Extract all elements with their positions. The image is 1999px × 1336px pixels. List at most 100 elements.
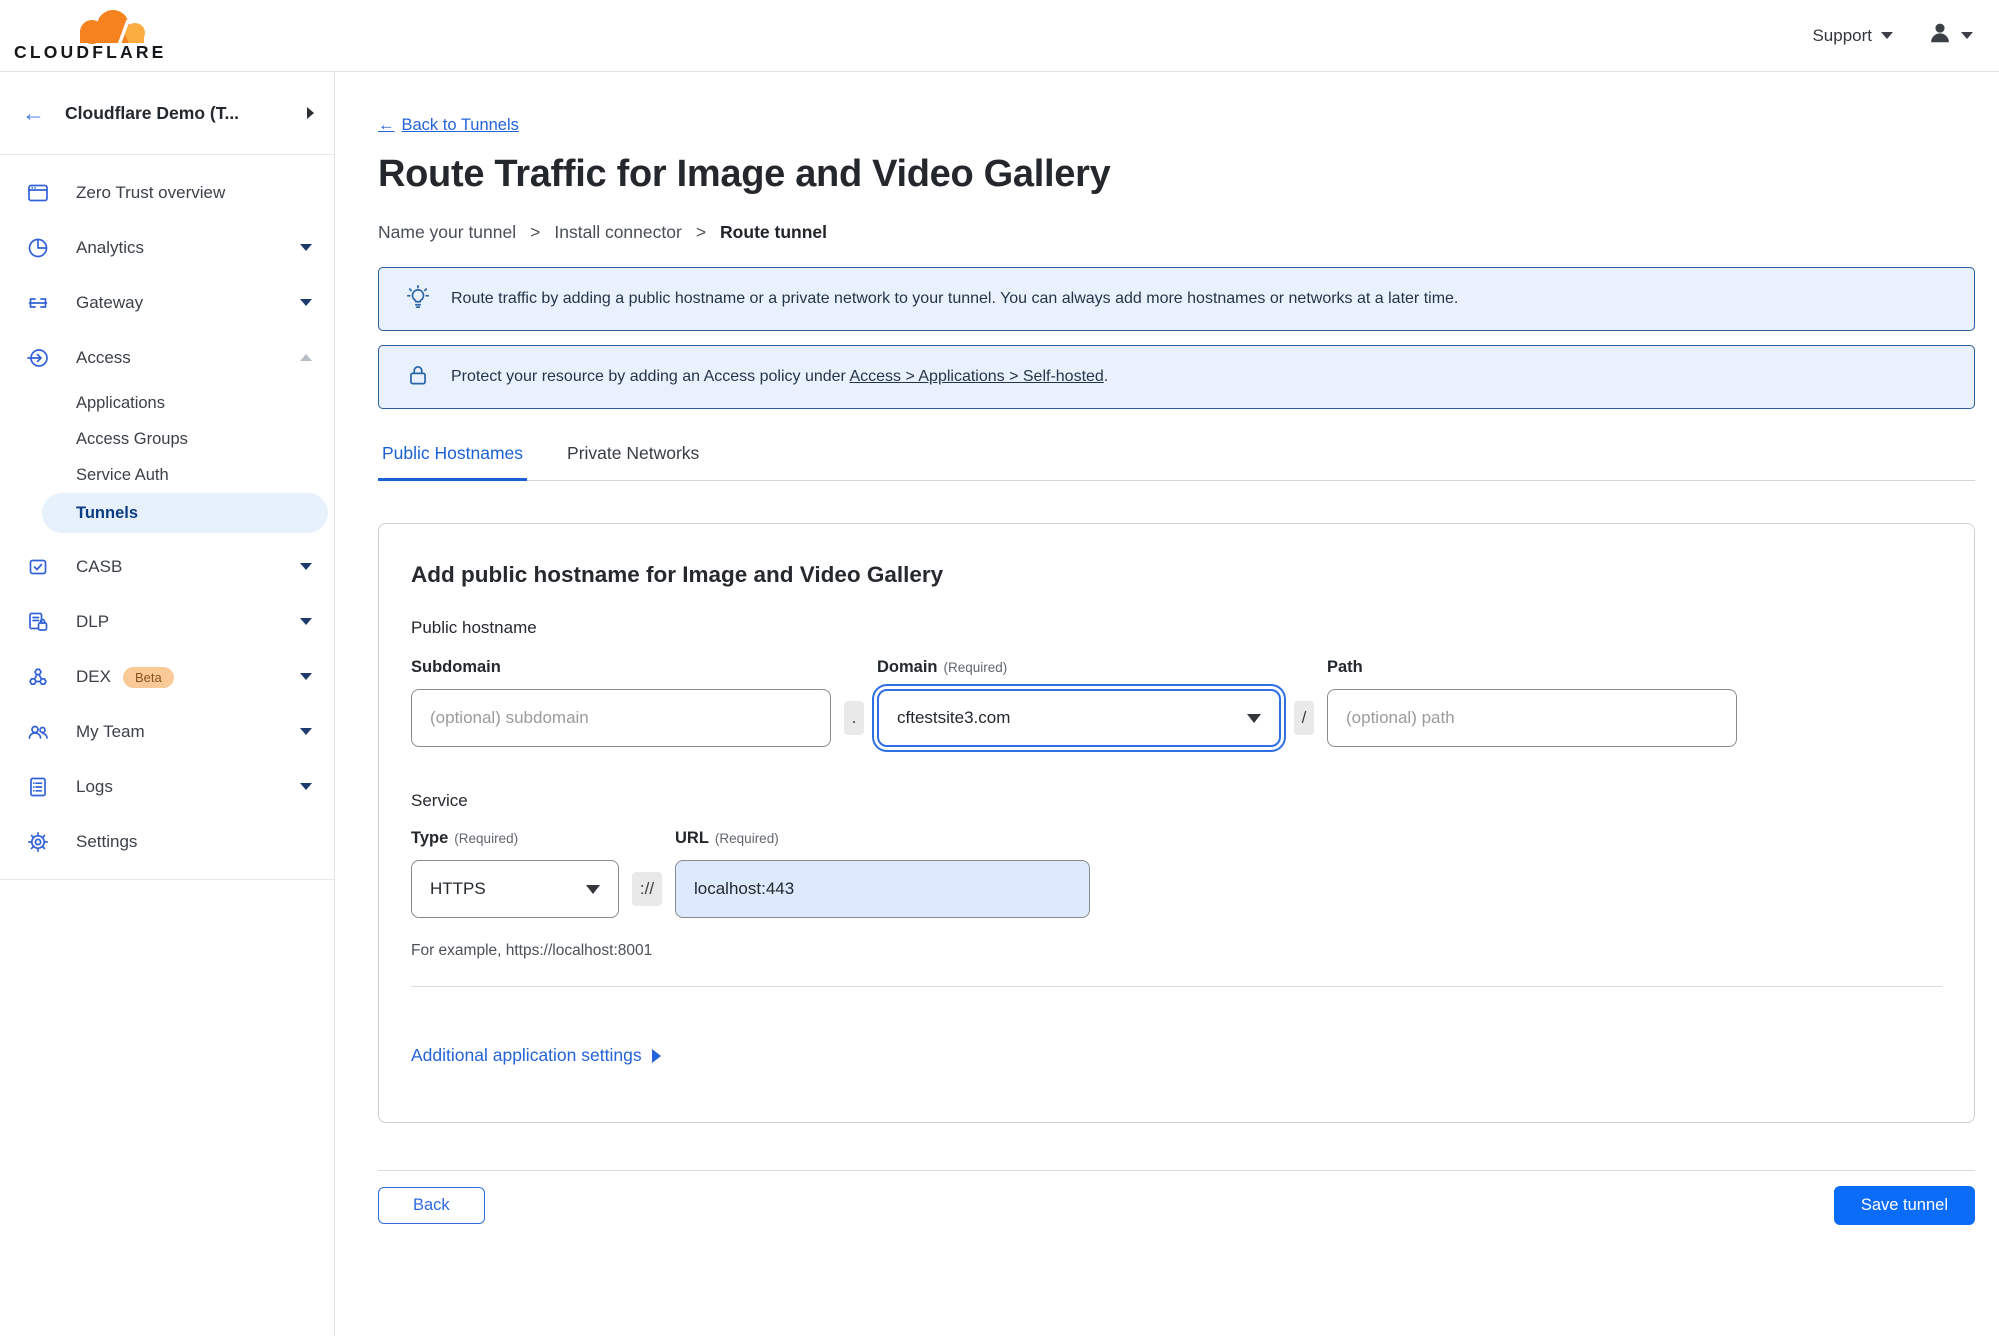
chevron-down-icon bbox=[300, 244, 312, 251]
sidebar-nav: Zero Trust overview Analytics Gateway Ac… bbox=[0, 155, 334, 880]
account-menu[interactable] bbox=[1927, 20, 1973, 51]
back-button[interactable]: Back bbox=[378, 1187, 485, 1224]
required-hint: (Required) bbox=[943, 660, 1008, 675]
page-title: Route Traffic for Image and Video Galler… bbox=[378, 153, 1111, 195]
select-arrow-icon bbox=[1247, 713, 1261, 723]
step-install-connector[interactable]: Install connector bbox=[554, 222, 681, 243]
access-applications-self-hosted-link[interactable]: Access > Applications > Self-hosted bbox=[849, 368, 1103, 385]
domain-field-group: Domain (Required) cftestsite3.com bbox=[877, 658, 1281, 747]
sidebar-item-label: Access bbox=[76, 347, 131, 367]
subdomain-field-group: Subdomain bbox=[411, 658, 831, 747]
chevron-down-icon bbox=[300, 299, 312, 306]
cloudflare-logo[interactable]: CLOUDFLARE bbox=[14, 4, 166, 67]
user-avatar-icon bbox=[1927, 20, 1953, 51]
url-label: URL (Required) bbox=[675, 829, 779, 847]
sidebar-item-label: Gateway bbox=[76, 292, 144, 312]
sidebar-item-label: Logs bbox=[76, 776, 113, 796]
domain-select[interactable]: cftestsite3.com bbox=[877, 689, 1281, 747]
main-content: ← Back to Tunnels Route Traffic for Imag… bbox=[335, 72, 1999, 1336]
sidebar-item-label: Settings bbox=[76, 831, 138, 851]
sidebar-item-my-team[interactable]: My Team bbox=[0, 704, 334, 759]
account-header[interactable]: ← Cloudflare Demo (T... bbox=[0, 72, 334, 155]
footer-divider bbox=[378, 1170, 1975, 1171]
sidebar-item-label: DLP bbox=[76, 611, 110, 631]
access-sub-list: Applications Access Groups Service Auth … bbox=[0, 385, 334, 533]
sidebar-item-applications[interactable]: Applications bbox=[0, 385, 334, 421]
additional-application-settings-link[interactable]: Additional application settings bbox=[411, 1045, 661, 1066]
sidebar-item-logs[interactable]: Logs bbox=[0, 759, 334, 814]
sidebar-item-casb[interactable]: CASB bbox=[0, 539, 334, 594]
additional-settings-label: Additional application settings bbox=[411, 1045, 642, 1065]
path-input[interactable] bbox=[1327, 689, 1737, 747]
path-field-group: Path bbox=[1327, 658, 1737, 747]
team-icon bbox=[26, 719, 52, 745]
chevron-down-icon bbox=[1881, 32, 1893, 39]
type-label: Type (Required) bbox=[411, 829, 519, 847]
slash-separator: / bbox=[1294, 701, 1314, 735]
access-policy-banner: Protect your resource by adding an Acces… bbox=[378, 345, 1975, 409]
beta-badge: Beta bbox=[122, 666, 174, 688]
gateway-icon bbox=[26, 290, 52, 316]
settings-gear-icon bbox=[26, 829, 52, 855]
top-bar: CLOUDFLARE Support bbox=[0, 0, 1999, 72]
type-field-group: Type (Required) HTTPS bbox=[411, 829, 619, 918]
chevron-down-icon bbox=[300, 673, 312, 680]
sub-item-label: Tunnels bbox=[76, 503, 139, 522]
route-traffic-info-banner: Route traffic by adding a public hostnam… bbox=[378, 267, 1975, 331]
subdomain-input[interactable] bbox=[411, 689, 831, 747]
sidebar-item-access-groups[interactable]: Access Groups bbox=[0, 421, 334, 457]
sidebar-item-analytics[interactable]: Analytics bbox=[0, 220, 334, 275]
step-name-your-tunnel[interactable]: Name your tunnel bbox=[378, 222, 516, 243]
step-route-tunnel: Route tunnel bbox=[720, 222, 827, 242]
lightbulb-icon bbox=[405, 284, 431, 315]
sidebar-item-dlp[interactable]: DLP bbox=[0, 594, 334, 649]
required-hint: (Required) bbox=[714, 831, 779, 846]
card-heading: Add public hostname for Image and Video … bbox=[411, 562, 944, 587]
footer-actions: Back Save tunnel bbox=[378, 1186, 1975, 1225]
overview-icon bbox=[26, 180, 52, 206]
sidebar-item-dex[interactable]: DEX Beta bbox=[0, 649, 334, 704]
sub-item-label: Service Auth bbox=[76, 465, 169, 484]
wizard-steps: Name your tunnel > Install connector > R… bbox=[378, 222, 1975, 243]
dex-icon bbox=[26, 664, 52, 690]
back-arrow-icon[interactable]: ← bbox=[22, 101, 45, 125]
sub-item-label: Applications bbox=[76, 393, 165, 412]
service-url-input[interactable] bbox=[675, 860, 1090, 918]
back-arrow-icon: ← bbox=[378, 116, 395, 134]
service-type-value: HTTPS bbox=[430, 879, 486, 898]
sidebar-item-label: DEX Beta bbox=[76, 666, 300, 688]
required-hint: (Required) bbox=[454, 831, 519, 846]
tab-private-networks[interactable]: Private Networks bbox=[563, 443, 703, 480]
domain-label: Domain (Required) bbox=[877, 658, 1008, 676]
chevron-right-icon bbox=[307, 107, 314, 119]
sidebar-item-gateway[interactable]: Gateway bbox=[0, 275, 334, 330]
subdomain-label: Subdomain bbox=[411, 658, 501, 676]
sidebar-item-access[interactable]: Access bbox=[0, 330, 334, 385]
sidebar-item-service-auth[interactable]: Service Auth bbox=[0, 457, 334, 493]
casb-icon bbox=[26, 554, 52, 580]
sidebar-item-settings[interactable]: Settings bbox=[0, 814, 334, 869]
sidebar-item-label: My Team bbox=[76, 721, 145, 741]
save-tunnel-button[interactable]: Save tunnel bbox=[1833, 1186, 1975, 1225]
url-example-text: For example, https://localhost:8001 bbox=[411, 942, 653, 959]
sidebar-item-label: Zero Trust overview bbox=[76, 182, 226, 202]
chevron-down-icon bbox=[300, 728, 312, 735]
chevron-down-icon bbox=[300, 783, 312, 790]
sidebar-item-label: CASB bbox=[76, 556, 123, 576]
service-label: Service bbox=[411, 791, 468, 810]
service-type-select[interactable]: HTTPS bbox=[411, 860, 619, 918]
sidebar-item-tunnels[interactable]: Tunnels bbox=[42, 493, 328, 533]
back-to-tunnels-link[interactable]: ← Back to Tunnels bbox=[378, 116, 519, 135]
tab-public-hostnames[interactable]: Public Hostnames bbox=[378, 443, 528, 481]
sidebar-item-label: Analytics bbox=[76, 237, 145, 257]
domain-select-value: cftestsite3.com bbox=[897, 708, 1011, 727]
service-field-row: Type (Required) HTTPS :// URL (Required) bbox=[411, 829, 1942, 918]
banner-text: Protect your resource by adding an Acces… bbox=[451, 368, 1109, 385]
dot-separator: . bbox=[844, 701, 864, 735]
sidebar-item-zero-trust-overview[interactable]: Zero Trust overview bbox=[0, 165, 334, 220]
logs-icon bbox=[26, 774, 52, 800]
step-separator: > bbox=[530, 222, 541, 242]
url-field-group: URL (Required) bbox=[675, 829, 1090, 918]
scheme-separator: :// bbox=[632, 872, 662, 906]
support-menu[interactable]: Support bbox=[1812, 26, 1893, 46]
